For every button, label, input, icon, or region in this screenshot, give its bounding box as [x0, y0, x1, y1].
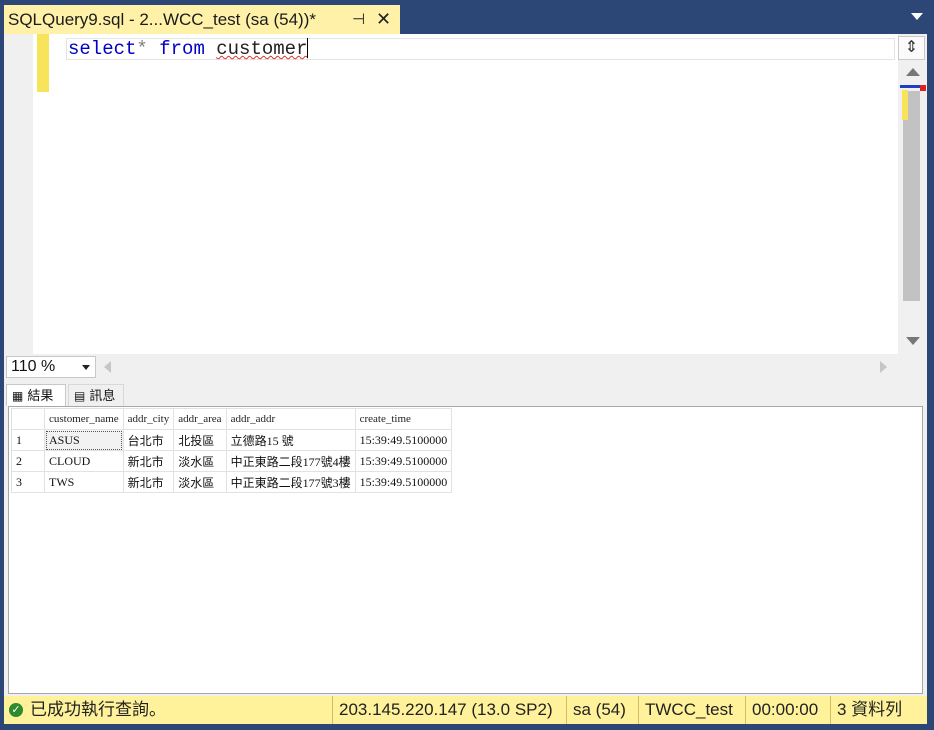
- scroll-left-icon[interactable]: [104, 361, 111, 373]
- change-marker: [902, 90, 908, 120]
- status-message: 已成功執行查詢。: [30, 700, 166, 719]
- message-icon: ▤: [74, 389, 86, 403]
- split-editor-icon[interactable]: ⇕: [898, 36, 925, 60]
- error-marker: [920, 85, 926, 91]
- scroll-up-icon[interactable]: [906, 68, 920, 76]
- status-bar: ✓ 已成功執行查詢。 203.145.220.147 (13.0 SP2) sa…: [4, 696, 927, 724]
- column-header[interactable]: customer_name: [44, 408, 124, 430]
- change-tracking-bar: [37, 34, 49, 92]
- table-row: 3 TWS 新北市 淡水區 中正東路二段177號3樓 15:39:49.5100…: [11, 471, 453, 493]
- results-table: customer_name addr_city addr_area addr_a…: [11, 408, 453, 493]
- keyword-select: select: [68, 38, 137, 60]
- table-cell[interactable]: 淡水區: [173, 450, 227, 472]
- tab-title: SQLQuery9.sql - 2...WCC_test (sa (54))*: [8, 10, 316, 29]
- table-row: 2 CLOUD 新北市 淡水區 中正東路二段177號4樓 15:39:49.51…: [11, 450, 453, 472]
- query-editor: select* from customer ⇕ 110 %: [4, 34, 927, 380]
- tab-results[interactable]: ▦ 結果: [6, 384, 66, 406]
- table-cell[interactable]: 立德路15 號: [225, 429, 356, 451]
- chevron-down-icon: [82, 365, 90, 370]
- column-header[interactable]: addr_city: [122, 408, 175, 430]
- header-row: customer_name addr_city addr_area addr_a…: [11, 408, 453, 430]
- column-header[interactable]: addr_addr: [225, 408, 356, 430]
- table-cell[interactable]: 台北市: [122, 429, 175, 451]
- table-cell[interactable]: 15:39:49.5100000: [354, 471, 453, 493]
- table-cell[interactable]: 新北市: [122, 471, 175, 493]
- pin-icon[interactable]: ⊣: [352, 5, 365, 34]
- ssms-window: SQLQuery9.sql - 2...WCC_test (sa (54))* …: [0, 0, 934, 730]
- status-server: 203.145.220.147 (13.0 SP2): [332, 696, 553, 724]
- table-cell[interactable]: TWS: [44, 471, 124, 493]
- results-pane: ▦ 結果 ▤ 訊息 customer_name addr_city addr_are…: [4, 380, 927, 696]
- table-cell[interactable]: 15:39:49.5100000: [354, 429, 453, 451]
- status-user: sa (54): [566, 696, 626, 724]
- editor-vertical-scrollbar[interactable]: ⇕: [898, 34, 927, 354]
- success-check-icon: ✓: [9, 703, 23, 717]
- column-header[interactable]: addr_area: [173, 408, 227, 430]
- text-caret: [307, 38, 309, 58]
- table-cell[interactable]: 中正東路二段177號4樓: [225, 450, 356, 472]
- tab-messages[interactable]: ▤ 訊息: [68, 384, 124, 406]
- table-identifier: customer: [216, 38, 308, 60]
- zoom-bar: 110 %: [4, 354, 927, 380]
- scroll-right-icon[interactable]: [880, 361, 887, 373]
- table-cell[interactable]: 淡水區: [173, 471, 227, 493]
- grid-icon: ▦: [12, 389, 24, 403]
- table-cell[interactable]: CLOUD: [44, 450, 124, 472]
- row-number-header[interactable]: [11, 408, 45, 430]
- row-number[interactable]: 2: [11, 450, 45, 472]
- query-document-tab[interactable]: SQLQuery9.sql - 2...WCC_test (sa (54))* …: [4, 5, 400, 34]
- tab-messages-label: 訊息: [89, 388, 116, 403]
- zoom-select[interactable]: 110 %: [6, 356, 96, 378]
- row-number[interactable]: 3: [11, 471, 45, 493]
- table-cell[interactable]: 北投區: [173, 429, 227, 451]
- status-elapsed: 00:00:00: [745, 696, 818, 724]
- column-header[interactable]: create_time: [354, 408, 453, 430]
- table-cell[interactable]: 中正東路二段177號3樓: [225, 471, 356, 493]
- table-row: 1 ASUS 台北市 北投區 立德路15 號 15:39:49.5100000: [11, 429, 453, 451]
- table-cell[interactable]: 新北市: [122, 450, 175, 472]
- keyword-from: from: [159, 38, 205, 60]
- scroll-down-icon[interactable]: [906, 337, 920, 345]
- close-icon[interactable]: ✕: [376, 5, 391, 34]
- zoom-value: 110 %: [11, 358, 56, 375]
- tab-results-label: 結果: [27, 388, 54, 403]
- results-grid[interactable]: customer_name addr_city addr_area addr_a…: [8, 406, 923, 694]
- star-operator: *: [136, 38, 148, 60]
- row-number[interactable]: 1: [11, 429, 45, 451]
- table-cell[interactable]: 15:39:49.5100000: [354, 450, 453, 472]
- editor-gutter: [4, 34, 33, 354]
- table-cell[interactable]: ASUS: [44, 429, 124, 451]
- tab-list-dropdown-icon[interactable]: [911, 13, 923, 20]
- query-text[interactable]: select* from customer: [68, 38, 309, 60]
- scroll-thumb[interactable]: [903, 91, 920, 301]
- status-row-count: 3 資料列: [830, 696, 902, 724]
- status-database: TWCC_test: [638, 696, 733, 724]
